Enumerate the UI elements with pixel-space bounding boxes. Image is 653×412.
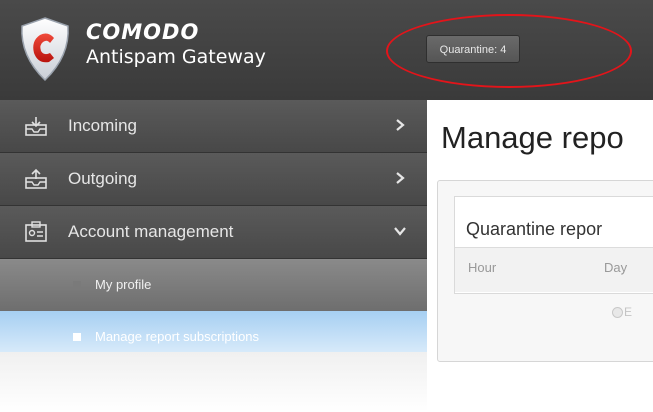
radio-option-every[interactable]: E [612, 305, 632, 319]
chevron-right-icon [396, 119, 405, 131]
app-header: COMODO Antispam Gateway Quarantine: 4 [0, 0, 653, 100]
sidebar-item-incoming[interactable]: Incoming [0, 100, 427, 153]
chevron-right-icon [396, 172, 405, 184]
bullet-icon [73, 333, 81, 341]
brand: COMODO Antispam Gateway [86, 20, 266, 70]
sidebar-item-label: Incoming [68, 116, 137, 135]
sidebar-subitem-label: My profile [95, 277, 152, 292]
comodo-logo-icon [21, 17, 69, 82]
brand-product: Antispam Gateway [86, 46, 266, 68]
sidebar-subitem-my-profile[interactable]: My profile [0, 259, 427, 311]
radio-label: E [624, 305, 633, 319]
column-header-hour: Hour [468, 260, 497, 275]
account-card-icon [25, 221, 47, 242]
sidebar-item-account-management[interactable]: Account management [0, 206, 427, 259]
sidebar-fade [0, 352, 427, 412]
sidebar-item-label: Account management [68, 222, 234, 241]
bullet-icon [73, 281, 81, 289]
column-header-day: Day [604, 260, 628, 275]
inbox-out-icon [25, 168, 47, 189]
sidebar-item-label: Outgoing [68, 169, 137, 188]
inbox-in-icon [25, 117, 47, 136]
page-title: Manage repo [441, 120, 624, 155]
panel-heading: Quarantine repor [466, 219, 603, 239]
chevron-down-icon [394, 227, 406, 236]
sidebar-subitem-label: Manage report subscriptions [95, 329, 260, 344]
annotation-highlight-ellipse [386, 14, 632, 88]
radio-icon [612, 307, 623, 319]
sidebar-item-outgoing[interactable]: Outgoing [0, 153, 427, 206]
brand-name: COMODO [86, 20, 200, 44]
